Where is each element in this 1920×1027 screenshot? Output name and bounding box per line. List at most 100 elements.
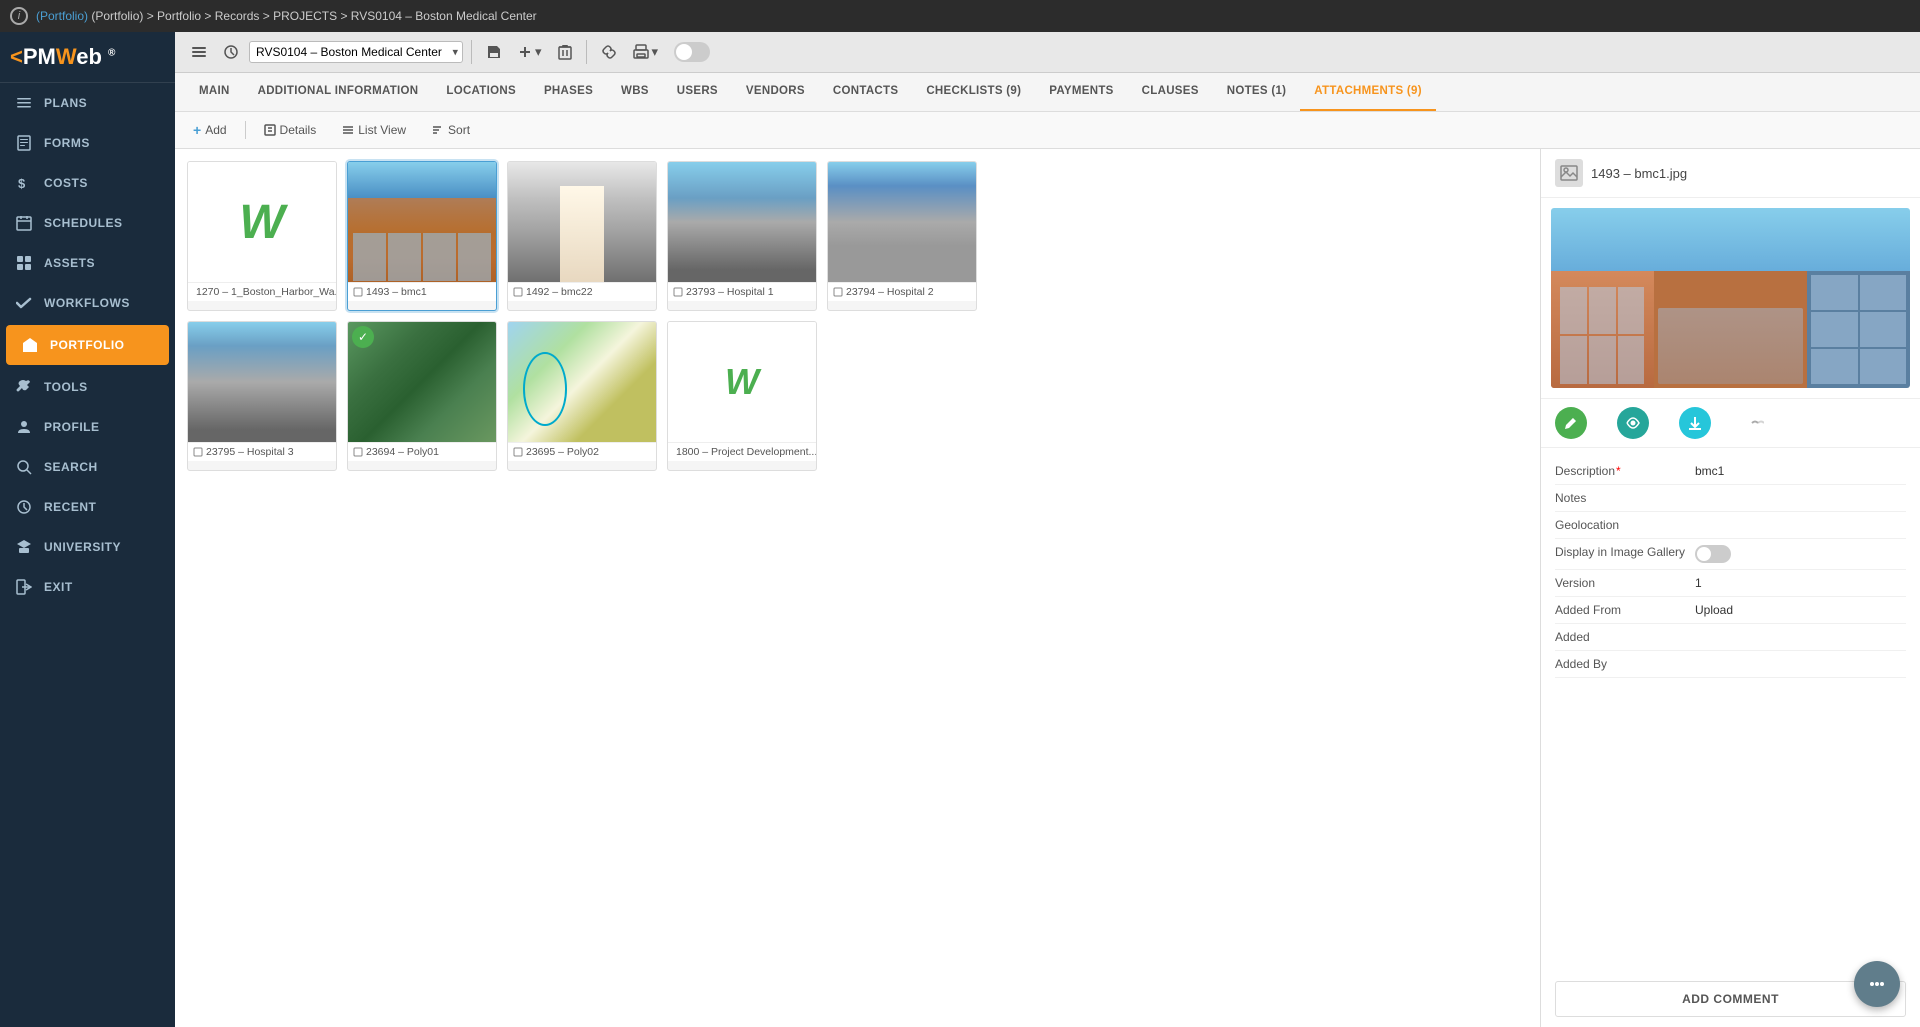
sidebar-item-label: EXIT (44, 580, 73, 594)
tab-main[interactable]: MAIN (185, 73, 244, 111)
toolbar-separator-1 (471, 40, 472, 64)
sidebar-item-label: WORKFLOWS (44, 296, 130, 310)
gallery-item[interactable]: W 1800 – Project Development... (667, 321, 817, 471)
tab-contacts[interactable]: CONTACTS (819, 73, 912, 111)
tab-vendors[interactable]: VENDORS (732, 73, 819, 111)
sidebar-item-label: COSTS (44, 176, 88, 190)
gallery-item[interactable]: ✓ (347, 161, 497, 311)
sidebar-item-tools[interactable]: TOOLS (0, 367, 175, 407)
print-button[interactable]: ▾ (627, 40, 665, 64)
sidebar-item-label: UNIVERSITY (44, 540, 121, 554)
added-from-label: Added From (1555, 603, 1695, 617)
added-by-label: Added By (1555, 657, 1695, 671)
tab-users[interactable]: USERS (663, 73, 732, 111)
display-value (1695, 545, 1906, 563)
list-view-label: List View (358, 123, 406, 137)
toggle-button[interactable] (668, 38, 716, 66)
tab-phases[interactable]: PHASES (530, 73, 607, 111)
gallery-item[interactable]: 23793 – Hospital 1 (667, 161, 817, 311)
tab-checklists[interactable]: CHECKLISTS (9) (912, 73, 1035, 111)
display-label: Display in Image Gallery (1555, 545, 1695, 559)
sidebar: <PMWeb ® PLANS FORMS $ COSTS (0, 32, 175, 1027)
right-panel: 1493 – bmc1.jpg (1540, 149, 1920, 1027)
info-icon[interactable]: i (10, 7, 28, 25)
exit-icon (14, 577, 34, 597)
add-label: Add (205, 123, 226, 137)
toolbar-separator-2 (586, 40, 587, 64)
sidebar-item-exit[interactable]: EXIT (0, 567, 175, 607)
sidebar-item-recent[interactable]: RECENT (0, 487, 175, 527)
gallery-item[interactable]: W 1270 – 1_Boston_Harbor_Wa... (187, 161, 337, 311)
fab-button[interactable] (1854, 961, 1900, 1007)
costs-icon: $ (14, 173, 34, 193)
caption-text: 23793 – Hospital 1 (686, 286, 774, 298)
caption-text: 23794 – Hospital 2 (846, 286, 934, 298)
schedules-icon (14, 213, 34, 233)
tab-additional[interactable]: ADDITIONAL INFORMATION (244, 73, 433, 111)
caption-text: 1800 – Project Development... (676, 446, 816, 458)
tabs-bar: MAIN ADDITIONAL INFORMATION LOCATIONS PH… (175, 73, 1920, 112)
description-row: Description bmc1 (1555, 458, 1906, 485)
sidebar-item-label: FORMS (44, 136, 90, 150)
record-selector[interactable]: RVS0104 – Boston Medical Center (249, 41, 463, 63)
gallery-item[interactable]: 23795 – Hospital 3 (187, 321, 337, 471)
view-button[interactable] (1617, 407, 1649, 439)
version-label: Version (1555, 576, 1695, 590)
actions-separator-1 (245, 121, 246, 139)
tab-payments[interactable]: PAYMENTS (1035, 73, 1127, 111)
sidebar-item-university[interactable]: UNIVERSITY (0, 527, 175, 567)
description-value: bmc1 (1695, 464, 1906, 478)
sidebar-item-label: PLANS (44, 96, 87, 110)
details-label: Details (280, 123, 317, 137)
toolbar: RVS0104 – Boston Medical Center ▾ ▾ (175, 32, 1920, 73)
sidebar-item-workflows[interactable]: WORKFLOWS (0, 283, 175, 323)
right-panel-header: 1493 – bmc1.jpg (1541, 149, 1920, 198)
logo: <PMWeb ® (10, 44, 115, 70)
details-toggle[interactable]: Details (256, 119, 325, 141)
recent-icon (14, 497, 34, 517)
notes-label: Notes (1555, 491, 1695, 505)
sidebar-item-plans[interactable]: PLANS (0, 83, 175, 123)
profile-icon (14, 417, 34, 437)
tab-attachments[interactable]: ATTACHMENTS (9) (1300, 73, 1436, 111)
edit-button[interactable] (1555, 407, 1587, 439)
tab-locations[interactable]: LOCATIONS (432, 73, 530, 111)
menu-button[interactable] (185, 40, 213, 64)
download-button[interactable] (1679, 407, 1711, 439)
add-dropdown-button[interactable]: ▾ (512, 40, 548, 64)
sidebar-item-label: RECENT (44, 500, 96, 514)
gallery-item[interactable]: ✓ 23694 – Poly01 (347, 321, 497, 471)
list-view-button[interactable]: List View (334, 119, 414, 141)
add-button[interactable]: + Add (185, 118, 235, 142)
sidebar-item-assets[interactable]: ASSETS (0, 243, 175, 283)
gallery-item[interactable]: 23794 – Hospital 2 (827, 161, 977, 311)
delete-button[interactable] (552, 40, 578, 64)
image-gallery-toggle[interactable] (1695, 545, 1731, 563)
sidebar-item-profile[interactable]: PROFILE (0, 407, 175, 447)
sidebar-item-label: TOOLS (44, 380, 88, 394)
gallery-row-2: 23795 – Hospital 3 ✓ 23694 – Poly01 (187, 321, 1528, 471)
sidebar-item-schedules[interactable]: SCHEDULES (0, 203, 175, 243)
image-icon (1555, 159, 1583, 187)
sort-button[interactable]: Sort (424, 119, 478, 141)
link-button[interactable] (595, 40, 623, 64)
geolocation-label: Geolocation (1555, 518, 1695, 532)
tab-wbs[interactable]: WBS (607, 73, 663, 111)
content-area: RVS0104 – Boston Medical Center ▾ ▾ (175, 32, 1920, 1027)
gallery-item[interactable]: 23695 – Poly02 (507, 321, 657, 471)
added-from-row: Added From Upload (1555, 597, 1906, 624)
sidebar-item-forms[interactable]: FORMS (0, 123, 175, 163)
breadcrumb: (Portfolio) (Portfolio) > Portfolio > Re… (36, 9, 537, 23)
tab-clauses[interactable]: CLAUSES (1128, 73, 1213, 111)
portfolio-link[interactable]: (Portfolio) (36, 9, 88, 23)
top-bar: i (Portfolio) (Portfolio) > Portfolio > … (0, 0, 1920, 32)
more-options-button[interactable] (1741, 407, 1773, 439)
sidebar-item-costs[interactable]: $ COSTS (0, 163, 175, 203)
sidebar-item-portfolio[interactable]: PORTFOLIO (6, 325, 169, 365)
sidebar-item-search[interactable]: SEARCH (0, 447, 175, 487)
right-panel-title: 1493 – bmc1.jpg (1591, 166, 1687, 181)
save-button[interactable] (480, 40, 508, 64)
tab-notes[interactable]: NOTES (1) (1213, 73, 1301, 111)
history-button[interactable] (217, 40, 245, 64)
gallery-item[interactable]: 1492 – bmc22 (507, 161, 657, 311)
